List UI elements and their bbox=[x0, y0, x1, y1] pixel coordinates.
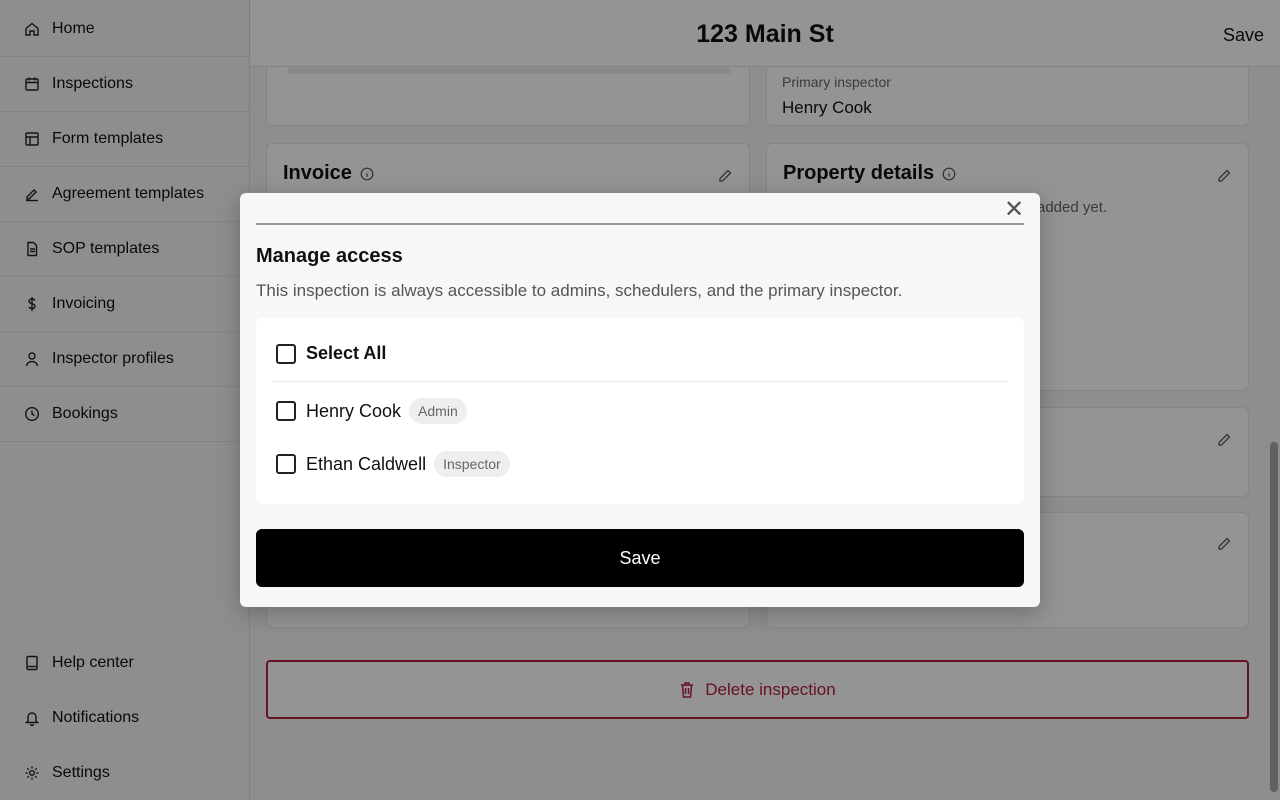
list-divider bbox=[272, 381, 1008, 382]
select-all-checkbox[interactable] bbox=[276, 343, 296, 364]
person-checkbox[interactable] bbox=[276, 401, 296, 421]
person-name: Henry Cook bbox=[306, 400, 402, 421]
role-badge: Inspector bbox=[434, 451, 510, 477]
access-list: Select All Henry Cook Admin Ethan Caldwe… bbox=[256, 318, 1024, 504]
person-name: Ethan Caldwell bbox=[306, 453, 427, 474]
person-checkbox[interactable] bbox=[276, 454, 296, 474]
select-all-row[interactable]: Select All bbox=[276, 343, 386, 364]
modal-subtitle: This inspection is always accessible to … bbox=[256, 281, 903, 300]
close-icon[interactable]: ✕ bbox=[1004, 198, 1024, 222]
manage-access-modal: ✕ Manage access This inspection is alway… bbox=[240, 193, 1040, 607]
modal-title: Manage access bbox=[256, 245, 403, 267]
modal-divider bbox=[256, 223, 1024, 225]
select-all-label: Select All bbox=[306, 343, 387, 363]
list-item[interactable]: Ethan Caldwell Inspector bbox=[276, 451, 510, 477]
list-item[interactable]: Henry Cook Admin bbox=[276, 398, 467, 424]
modal-save-button[interactable]: Save bbox=[256, 529, 1024, 587]
role-badge: Admin bbox=[409, 398, 467, 424]
